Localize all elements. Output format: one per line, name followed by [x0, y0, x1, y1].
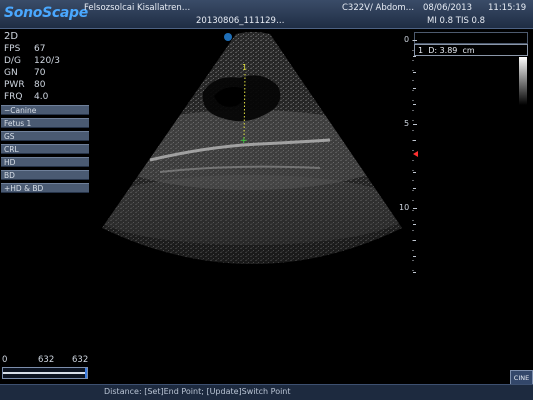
cine-scale-end: 632: [72, 355, 89, 365]
measurement-result: 1 D: 3.89 cm: [414, 44, 528, 56]
ultrasound-screen: SonoScape Felsozsolcai Kisallatren… 2013…: [0, 0, 533, 400]
cine-progress-fill: [3, 372, 87, 374]
param-pwr: PWR 80: [4, 80, 45, 90]
param-label: PWR: [4, 80, 25, 90]
param-value: 4.0: [34, 92, 49, 102]
status-bar: Distance: [Set]End Point; [Update]Switch…: [0, 384, 533, 400]
param-label: D/G: [4, 56, 21, 66]
menu-item-hd[interactable]: HD: [1, 157, 89, 167]
param-value: 70: [34, 68, 46, 78]
cine-position-marker[interactable]: [85, 368, 87, 378]
param-label: GN: [4, 68, 18, 78]
param-value: 120/3: [34, 56, 60, 66]
menu-item-bd[interactable]: BD: [1, 170, 89, 180]
measurement-index: 1: [418, 46, 424, 55]
param-value: 67: [34, 44, 46, 54]
measurement-value: D: 3.89: [428, 46, 458, 55]
imaging-mode: 2D: [4, 31, 19, 42]
param-dg: D/G 120/3: [4, 56, 60, 66]
cine-scale-start: 0: [2, 355, 8, 365]
param-label: FPS: [4, 44, 21, 54]
depth-label-0: 0: [404, 35, 410, 44]
param-value: 80: [34, 80, 46, 90]
param-frq: FRQ 4.0: [4, 92, 48, 102]
cine-progress-bar[interactable]: [2, 367, 88, 379]
menu-item-crl[interactable]: CRL: [1, 144, 89, 154]
menu-item-hd-bd[interactable]: +HD & BD: [1, 183, 89, 193]
status-hint: Distance: [Set]End Point; [Update]Switch…: [104, 387, 291, 396]
caliper-end-marker[interactable]: +: [240, 136, 248, 146]
ultrasound-image: [102, 32, 402, 264]
menu-item-canine[interactable]: −Canine: [1, 105, 89, 115]
menu-item-fetus-1[interactable]: Fetus 1: [1, 118, 89, 128]
param-label: FRQ: [4, 92, 23, 102]
caliper-start-marker[interactable]: 1: [242, 63, 247, 72]
depth-label-10: 10: [399, 203, 410, 212]
probe-orientation-marker: [224, 33, 232, 41]
param-fps: FPS 67: [4, 44, 45, 54]
menu-item-gs[interactable]: GS: [1, 131, 89, 141]
depth-label-5: 5: [404, 119, 410, 128]
param-gn: GN 70: [4, 68, 45, 78]
cine-scale-mid: 632: [38, 355, 55, 365]
measurement-unit: cm: [462, 46, 475, 55]
measurement-header-box: [414, 32, 528, 44]
